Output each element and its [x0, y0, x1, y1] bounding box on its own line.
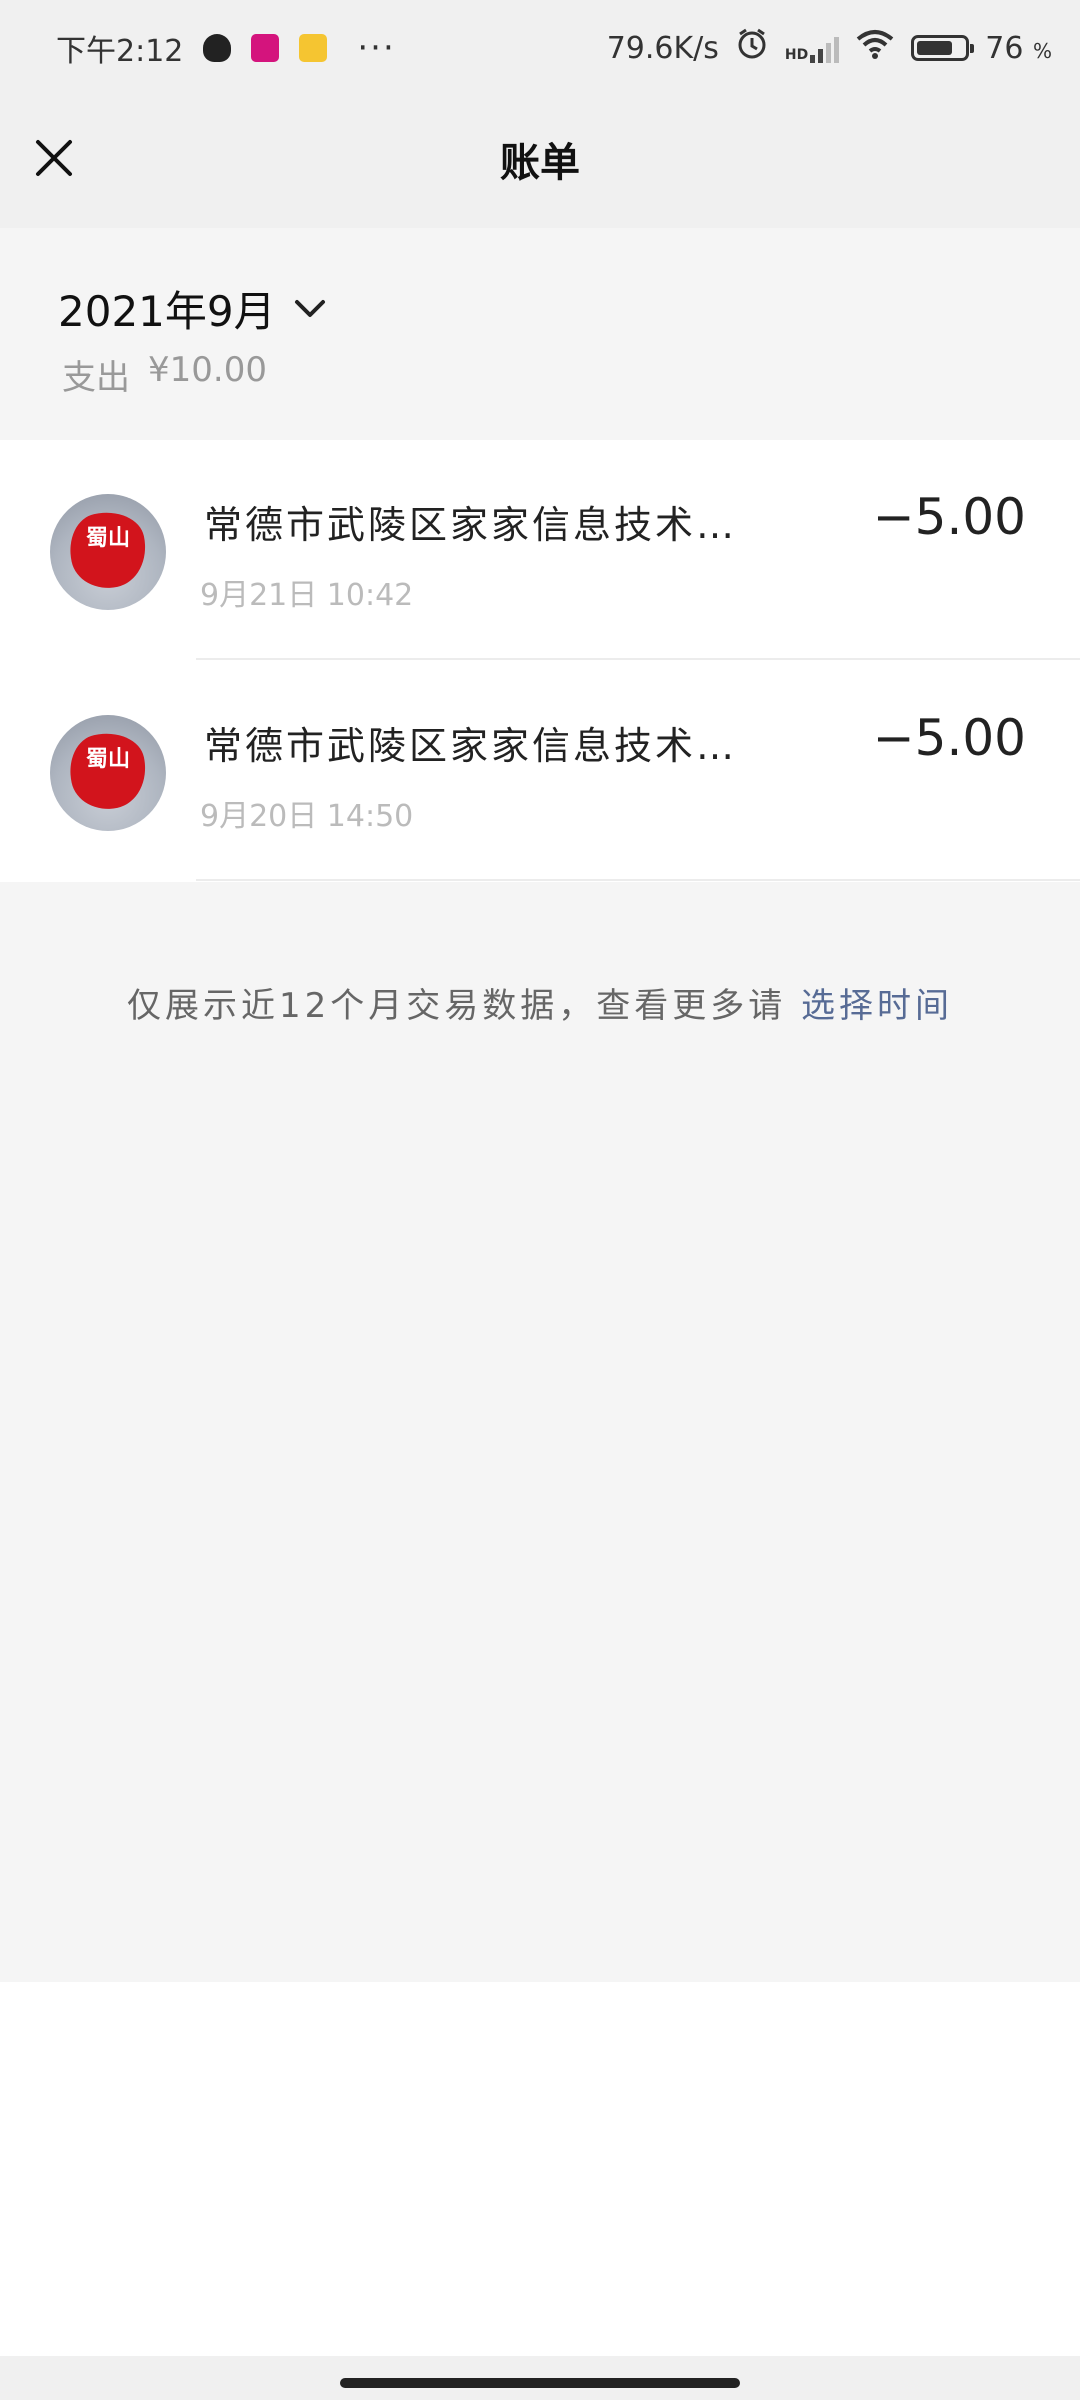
chevron-down-icon — [294, 299, 325, 317]
month-summary: 支出 ¥10.00 — [62, 350, 267, 399]
footer-note-text: 仅展示近12个月交易数据，查看更多请 — [126, 986, 787, 1026]
more-notifications-icon: ··· — [357, 28, 396, 68]
home-indicator[interactable] — [340, 2378, 740, 2388]
transaction-list: 蜀山 常德市武陵区家家信息技术… 9月21日 10:42 −5.00 蜀山 常德… — [0, 440, 1080, 882]
transaction-row[interactable]: 蜀山 常德市武陵区家家信息技术… 9月20日 14:50 −5.00 — [0, 661, 1080, 881]
page-title: 账单 — [500, 140, 580, 186]
qq-icon — [203, 34, 232, 62]
merchant-name: 常德市武陵区家家信息技术… — [204, 503, 738, 547]
wifi-icon — [855, 28, 895, 68]
status-left: 下午2:12 ··· — [56, 26, 396, 70]
cellular-signal-icon: HD — [784, 33, 840, 63]
merchant-name: 常德市武陵区家家信息技术… — [204, 724, 738, 768]
merchant-avatar: 蜀山 — [50, 715, 166, 831]
app-notification-icon — [251, 34, 280, 62]
merchant-avatar: 蜀山 — [50, 494, 166, 610]
row-divider — [196, 879, 1080, 881]
blank-area — [0, 1982, 1080, 2356]
alarm-icon — [735, 27, 769, 69]
weibo-icon — [299, 34, 328, 62]
transaction-time: 9月20日 14:50 — [200, 799, 414, 834]
status-bar: 下午2:12 ··· 79.6K/s HD 76 % — [0, 0, 1080, 96]
transaction-amount: −5.00 — [872, 488, 1026, 546]
summary-label: 支出 — [62, 358, 130, 398]
gesture-bar — [0, 2356, 1080, 2400]
month-header: 2021年9月 支出 ¥10.00 — [0, 228, 1080, 440]
transaction-amount: −5.00 — [872, 709, 1026, 767]
network-speed: 79.6K/s — [606, 30, 719, 66]
status-right: 79.6K/s HD 76 % — [607, 27, 1052, 69]
select-time-link[interactable]: 选择时间 — [801, 986, 953, 1026]
month-picker[interactable]: 2021年9月 — [58, 278, 326, 339]
status-time: 下午2:12 — [56, 34, 184, 69]
battery-icon — [911, 35, 975, 61]
footer-note: 仅展示近12个月交易数据，查看更多请 选择时间 — [0, 978, 1080, 1027]
transaction-row[interactable]: 蜀山 常德市武陵区家家信息技术… 9月21日 10:42 −5.00 — [0, 440, 1080, 660]
summary-amount: ¥10.00 — [148, 350, 267, 390]
transaction-time: 9月21日 10:42 — [200, 578, 414, 613]
nav-bar: 账单 — [0, 96, 1080, 228]
hd-label: HD — [784, 47, 809, 63]
battery-percent: 76 % — [985, 30, 1052, 66]
row-divider — [196, 658, 1080, 660]
month-label: 2021年9月 — [58, 287, 276, 336]
